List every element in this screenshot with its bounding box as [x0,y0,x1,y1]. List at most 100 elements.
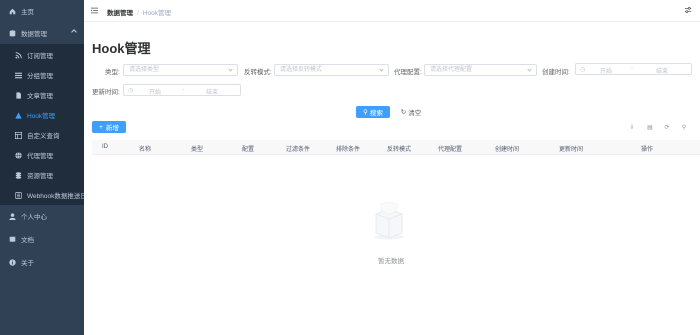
info-icon [9,258,16,266]
search-icon[interactable]: ⚲ [680,123,688,131]
chevron-down-icon [379,67,384,72]
column-header-exclude[interactable]: 排除条件 [336,144,360,153]
calendar-icon: ◷ [580,67,586,73]
sidebar-item-label: 个人中心 [21,214,47,221]
columns-icon[interactable]: ▤ [646,123,654,131]
search-button-label: 搜索 [369,110,383,117]
empty-box-icon [370,200,408,240]
created-time-range[interactable]: ◷ 开始 - 结束 [575,63,692,75]
proxy-config-select[interactable]: 请选择代理配置 [424,64,537,76]
sidebar-item-data-management[interactable]: 数据管理 [0,22,84,44]
sidebar-item-about[interactable]: 关于 [0,251,84,273]
created-time-label: 创建时间: [542,69,570,76]
column-header-name[interactable]: 名称 [139,144,151,153]
sidebar-item-proxy[interactable]: 代理管理 [0,145,84,165]
calendar-icon: ◷ [128,88,134,94]
sidebar-item-label: Webhook数据推送日志 [27,193,84,200]
column-header-config[interactable]: 配置 [242,144,254,153]
database-icon [9,29,16,37]
sidebar-item-custom-query[interactable]: 自定义查询 [0,125,84,145]
search-button[interactable]: ⚲ 搜索 [356,106,390,118]
empty-text: 暂无数据 [378,258,404,265]
refresh-icon: ↻ [400,109,407,116]
chevron-down-icon [527,67,532,72]
sidebar-item-label: 资源管理 [27,173,53,180]
sidebar-item-articles[interactable]: 文章管理 [0,85,84,105]
column-header-updated[interactable]: 更新时间 [559,144,583,153]
created-end: 结束 [656,69,669,75]
navbar: 数据管理 / Hook管理 [84,0,700,22]
column-header-created[interactable]: 创建时间 [495,144,519,153]
updated-time-label: 更新时间: [92,89,120,96]
breadcrumb-separator: / [137,10,139,17]
type-label: 类型: [105,69,120,76]
column-header-proxy[interactable]: 代理配置 [438,144,462,153]
sidebar-item-label: 文档 [21,237,34,244]
reset-button-label: 清空 [408,110,422,117]
plus-icon: + [99,123,103,131]
created-start: 开始 [600,69,613,75]
settings-icon[interactable] [684,6,692,14]
sidebar-item-subscriptions[interactable]: 订阅管理 [0,45,84,65]
chevron-up-icon [71,29,77,35]
sidebar-item-label: 订阅管理 [27,53,53,60]
server-icon [15,171,22,179]
breadcrumb-current: Hook管理 [142,10,171,17]
rss-icon [15,51,22,59]
add-button[interactable]: + 新增 [92,121,126,133]
sidebar-item-label: 关于 [21,260,34,267]
reverse-mode-select[interactable]: 请选择反转模式 [274,64,389,76]
sidebar-item-resources[interactable]: 资源管理 [0,165,84,185]
reverse-mode-placeholder: 请选择反转模式 [280,67,323,73]
table-icon [15,131,22,139]
column-header-reverse-mode[interactable]: 反转模式 [387,144,411,153]
sidebar-item-webhook-log[interactable]: Webhook数据推送日志 [0,185,84,205]
sidebar-item-label: 自定义查询 [27,133,60,140]
updated-end: 结束 [206,90,219,96]
chevron-down-icon [228,67,233,72]
proxy-config-placeholder: 请选择代理配置 [430,67,473,73]
sidebar-item-label: 代理管理 [27,153,53,160]
breadcrumb: 数据管理 / Hook管理 [107,7,171,17]
sidebar-item-label: Hook管理 [27,113,56,120]
column-header-type[interactable]: 类型 [191,144,203,153]
sidebar-item-label: 分组管理 [27,73,53,80]
sidebar-item-home[interactable]: 主页 [0,0,84,22]
column-header-id[interactable]: ID [102,144,108,150]
type-placeholder: 请选择类型 [129,67,160,73]
sidebar: 主页 数据管理 订阅管理 分组管理 文章管理 Hook管理 自定义查询 代理管理… [0,0,84,335]
created-separator: - [631,66,633,72]
download-icon[interactable]: ⇩ [628,123,636,131]
updated-time-range[interactable]: ◷ 开始 - 结束 [123,84,241,96]
column-header-filter[interactable]: 过滤条件 [286,144,310,153]
reverse-mode-label: 反转模式: [244,69,272,76]
type-select[interactable]: 请选择类型 [123,64,238,76]
book-icon [9,236,16,243]
updated-separator: - [182,87,184,93]
sidebar-item-profile[interactable]: 个人中心 [0,205,84,227]
column-header-actions: 操作 [641,147,654,153]
user-icon [9,212,16,220]
warning-icon [15,111,22,119]
globe-icon [15,151,22,159]
log-icon [15,191,22,199]
hamburger-icon[interactable] [91,7,98,14]
table-header: ID 名称 类型 配置 过滤条件 排除条件 反转模式 代理配置 创建时间 更新时… [92,140,700,155]
sidebar-item-label: 文章管理 [27,93,53,100]
home-icon [9,8,16,15]
sidebar-item-label: 主页 [21,9,34,16]
proxy-config-label: 代理配置: [394,69,422,76]
breadcrumb-parent[interactable]: 数据管理 [107,10,133,17]
refresh-icon[interactable]: ⟳ [663,123,671,131]
sidebar-item-groups[interactable]: 分组管理 [0,65,84,85]
search-icon: ⚲ [363,109,368,116]
sidebar-item-docs[interactable]: 文档 [0,228,84,250]
document-icon [15,91,22,99]
list-icon [15,72,22,79]
sidebar-item-hook[interactable]: Hook管理 [0,105,84,125]
page-title: Hook管理 [92,41,151,56]
reset-button[interactable]: ↻ 清空 [396,106,426,118]
updated-start: 开始 [149,90,162,96]
sidebar-item-label: 数据管理 [21,31,47,38]
add-button-label: 新增 [105,125,119,132]
